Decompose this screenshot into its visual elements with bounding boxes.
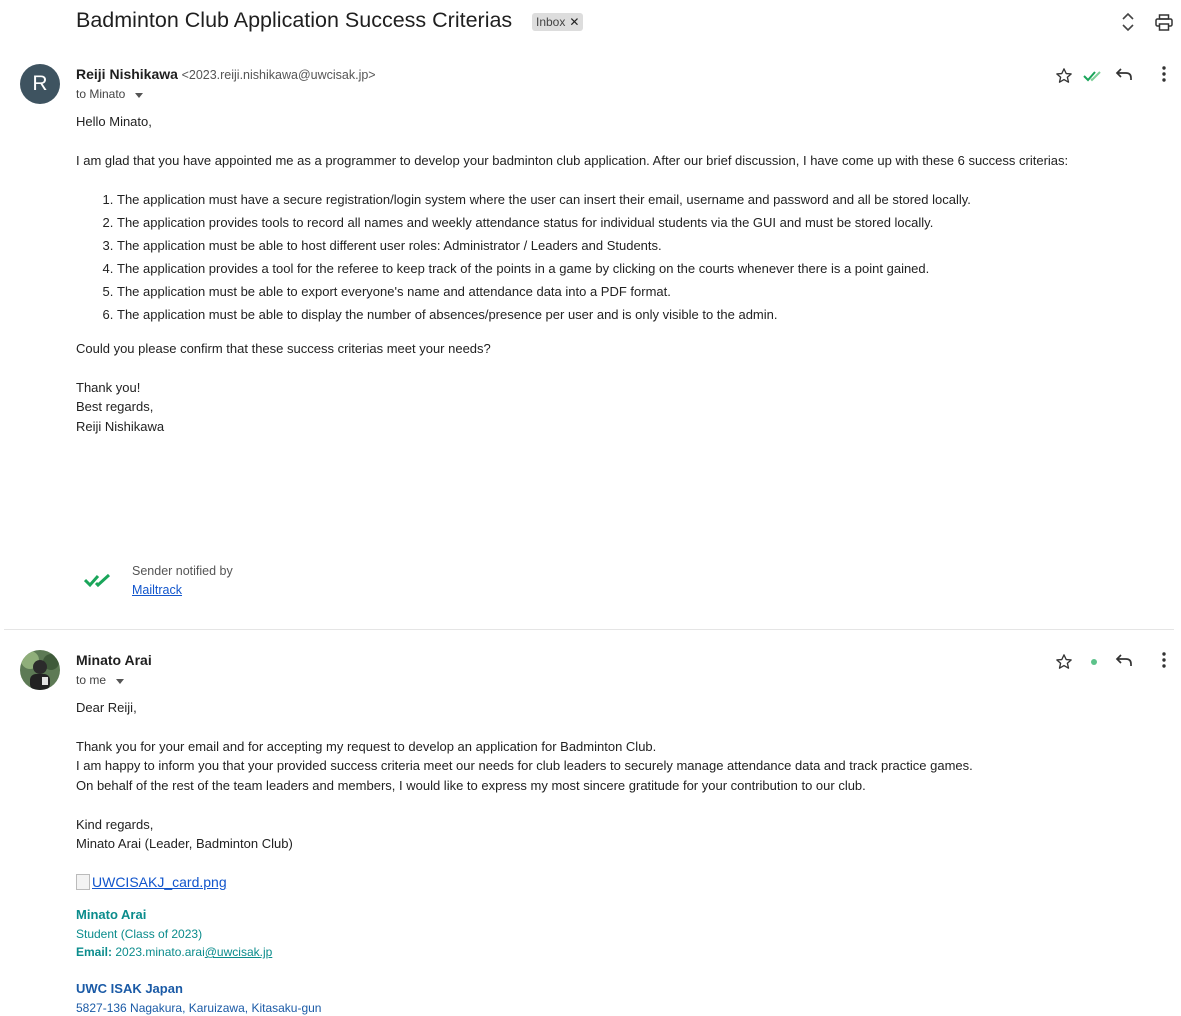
star-icon[interactable] [1053, 651, 1075, 673]
criteria-item: The application must have a secure regis… [117, 188, 971, 211]
message-divider [4, 629, 1174, 630]
message2-closing: Kind regards, [76, 817, 154, 832]
unfold-icon[interactable] [1117, 11, 1139, 33]
criteria-item: The application must be able to export e… [117, 280, 971, 303]
message1-intro: I am glad that you have appointed me as … [76, 153, 1069, 168]
more-vert-icon[interactable] [1153, 63, 1175, 85]
message2-line: Thank you for your email and for accepti… [76, 739, 657, 754]
reply-icon[interactable] [1113, 63, 1135, 85]
message2-line: On behalf of the rest of the team leader… [76, 778, 866, 793]
sig-email-link[interactable]: @uwcisak.jp [205, 945, 273, 959]
chevron-down-icon [135, 92, 144, 98]
message2-line: I am happy to inform you that your provi… [76, 758, 973, 773]
mailtrack-logo-icon [83, 572, 116, 591]
more-vert-icon[interactable] [1153, 649, 1175, 671]
message1-question: Could you please confirm that these succ… [76, 341, 491, 356]
chevron-down-icon [116, 678, 125, 684]
mailtrack-status-icon[interactable] [1083, 651, 1105, 673]
org-name: UWC ISAK Japan [76, 981, 183, 996]
sig-role: Student (Class of 2023) [76, 927, 203, 941]
criteria-item: The application must be able to host dif… [117, 234, 971, 257]
sender-avatar[interactable]: R [20, 64, 60, 104]
recipients-dropdown[interactable]: to me [76, 673, 125, 687]
remove-label-icon[interactable]: ✕ [569, 15, 579, 29]
thread-subject: Badminton Club Application Success Crite… [76, 8, 513, 32]
mailtrack-note: Sender notified by [132, 564, 233, 578]
inbox-label-chip[interactable]: Inbox ✕ [532, 13, 584, 31]
sender-name[interactable]: Minato Arai [76, 652, 152, 668]
message1-greeting: Hello Minato, [76, 114, 152, 129]
recipients-label: to me [76, 673, 107, 687]
broken-image-icon [76, 874, 90, 890]
org-address: 5827-136 Nagakura, Karuizawa, Kitasaku-g… [76, 1001, 322, 1015]
sender-email: <2023.reiji.nishikawa@uwcisak.jp> [181, 68, 376, 82]
message2-greeting: Dear Reiji, [76, 700, 137, 715]
message1-signature: Reiji Nishikawa [76, 419, 165, 434]
sig-email-line: Email: 2023.minato.arai@uwcisak.jp [76, 945, 272, 959]
message2-signature: Minato Arai (Leader, Badminton Club) [76, 836, 293, 851]
print-icon[interactable] [1153, 11, 1175, 33]
sender-line: Reiji Nishikawa <2023.reiji.nishikawa@uw… [76, 66, 376, 82]
criteria-item: The application must be able to display … [117, 303, 971, 326]
sender-name[interactable]: Reiji Nishikawa [76, 66, 178, 82]
criteria-item: The application provides a tool for the … [117, 257, 971, 280]
sig-email-user: 2023.minato.arai [115, 945, 205, 959]
recipients-dropdown[interactable]: to Minato [76, 87, 144, 101]
mailtrack-read-icon[interactable] [1083, 65, 1105, 87]
sender-avatar[interactable] [20, 650, 60, 690]
criteria-list: The application must have a secure regis… [76, 188, 971, 326]
sig-email-label: Email: [76, 945, 113, 959]
message1-closing: Best regards, [76, 399, 154, 414]
reply-icon[interactable] [1113, 649, 1135, 671]
sig-name: Minato Arai [76, 907, 147, 922]
inbox-label-text: Inbox [536, 15, 566, 29]
card-image-alt: UWCISAKJ_card.png [92, 874, 227, 890]
card-image[interactable]: UWCISAKJ_card.png [76, 874, 227, 890]
recipients-label: to Minato [76, 87, 126, 101]
mailtrack-link[interactable]: Mailtrack [132, 583, 182, 597]
criteria-item: The application provides tools to record… [117, 211, 971, 234]
message1-thanks: Thank you! [76, 380, 141, 395]
star-icon[interactable] [1053, 65, 1075, 87]
